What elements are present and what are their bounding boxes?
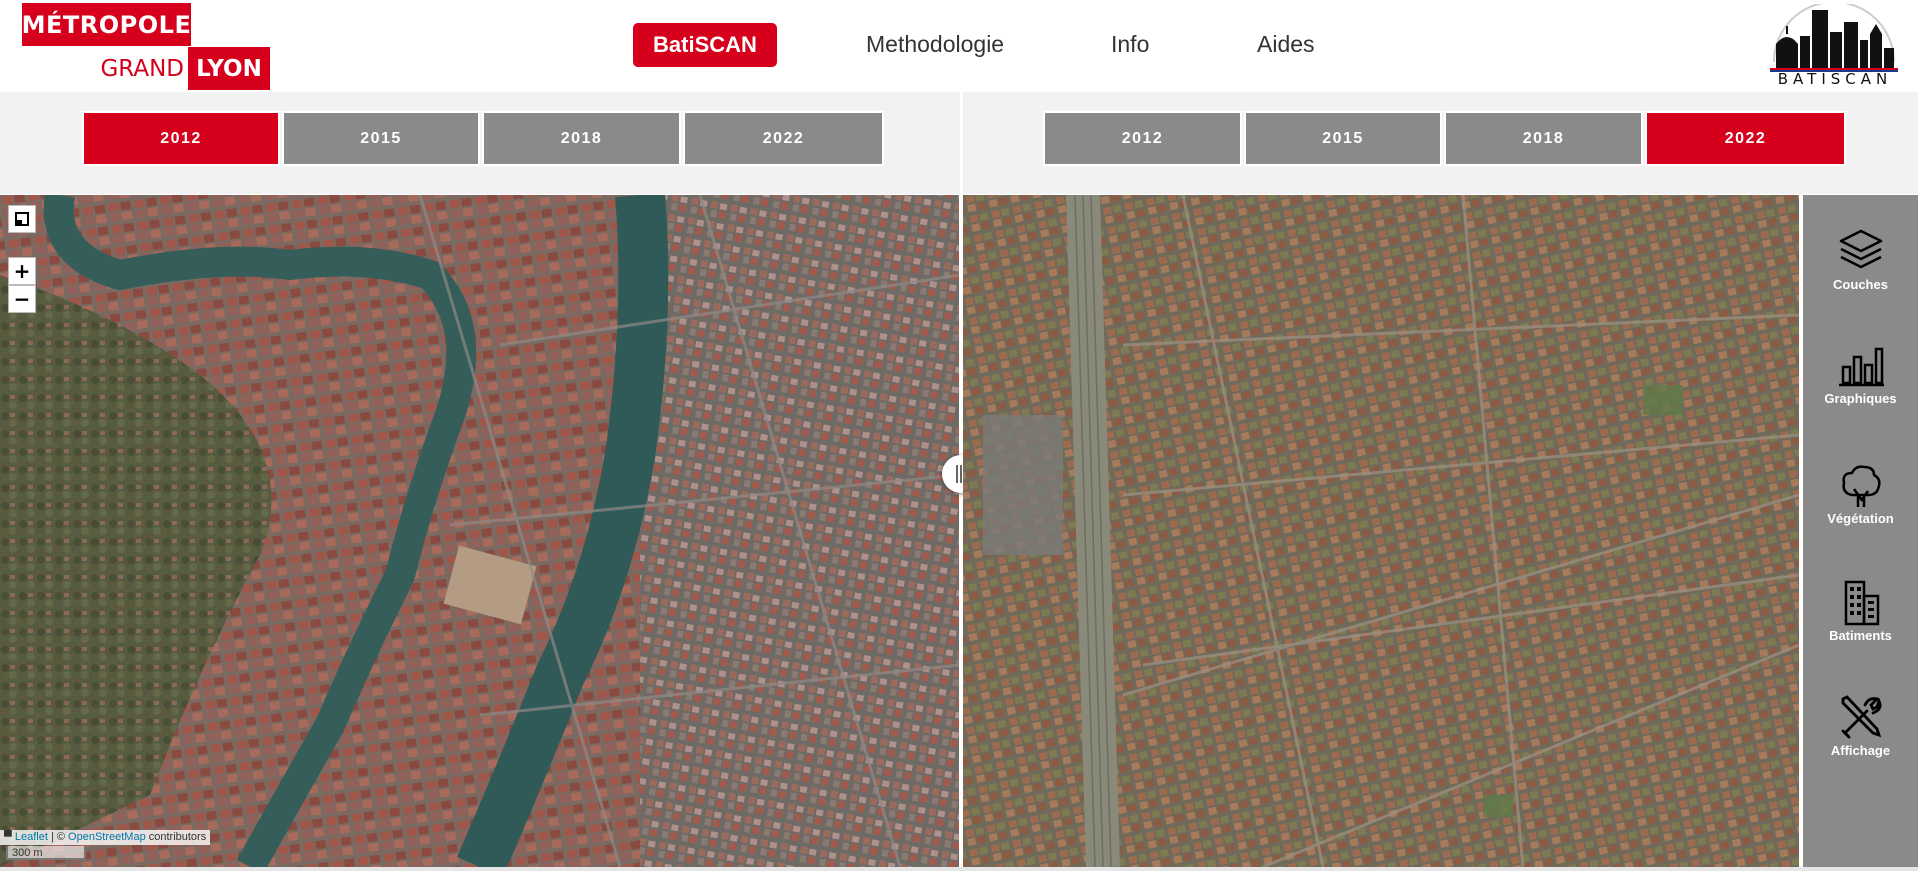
left-year-2015-button[interactable]: 2015 xyxy=(282,111,480,166)
bottom-strip xyxy=(0,867,1918,871)
right-year-selector: 2012 2015 2018 2022 xyxy=(963,92,1918,194)
vegetation-label: Végétation xyxy=(1827,511,1894,526)
left-year-selector: 2012 2015 2018 2022 xyxy=(0,92,960,194)
nav-methodologie[interactable]: Methodologie xyxy=(866,31,1004,58)
flag-icon: ▀ xyxy=(4,831,12,843)
right-year-2018-button[interactable]: 2018 xyxy=(1444,111,1643,166)
nav-aides[interactable]: Aides xyxy=(1257,31,1315,58)
leaflet-link[interactable]: Leaflet xyxy=(15,831,48,843)
left-year-2012-button[interactable]: 2012 xyxy=(82,111,280,166)
left-year-2018-button[interactable]: 2018 xyxy=(482,111,681,166)
bar-chart-icon xyxy=(1838,347,1884,387)
couches-button[interactable]: Couches xyxy=(1803,227,1918,292)
logo-line-3: LYON xyxy=(188,47,270,90)
right-map-2022[interactable] xyxy=(963,195,1799,867)
building-icon xyxy=(1844,580,1879,626)
affichage-button[interactable]: Affichage xyxy=(1803,693,1918,758)
batiments-label: Batiments xyxy=(1829,628,1892,643)
batiscan-brand-text: BATISCAN xyxy=(1777,70,1893,88)
right-year-2012-button[interactable]: 2012 xyxy=(1043,111,1242,166)
couches-label: Couches xyxy=(1833,277,1888,292)
left-map-2012[interactable]: + − xyxy=(0,195,959,867)
right-year-2022-button[interactable]: 2022 xyxy=(1645,111,1846,166)
left-aerial-imagery xyxy=(0,195,959,867)
zoom-in-button[interactable]: + xyxy=(8,257,36,285)
graphiques-label: Graphiques xyxy=(1824,391,1897,406)
header: MÉTROPOLE GRAND LYON BatiSCAN Methodolog… xyxy=(0,0,1918,92)
right-year-2015-button[interactable]: 2015 xyxy=(1244,111,1442,166)
attribution-separator: | © xyxy=(47,831,69,843)
nav-batiscan[interactable]: BatiSCAN xyxy=(633,23,777,67)
left-year-2022-button[interactable]: 2022 xyxy=(683,111,884,166)
logo-line-1: MÉTROPOLE xyxy=(22,3,191,46)
map-attribution: ▀ Leaflet | © OpenStreetMap contributors xyxy=(0,830,211,845)
graphiques-button[interactable]: Graphiques xyxy=(1803,343,1918,406)
batiments-button[interactable]: Batiments xyxy=(1803,578,1918,643)
fullscreen-button[interactable] xyxy=(8,205,36,233)
attribution-suffix: contributors xyxy=(145,831,207,843)
right-aerial-imagery xyxy=(963,195,1799,867)
tree-icon xyxy=(1841,465,1881,507)
tools-sidebar: Couches Graphiques Végétation Batiments … xyxy=(1803,195,1918,867)
zoom-out-button[interactable]: − xyxy=(8,285,36,313)
vegetation-button[interactable]: Végétation xyxy=(1803,463,1918,526)
grip-icon xyxy=(956,465,958,483)
openstreetmap-link[interactable]: OpenStreetMap xyxy=(68,831,146,843)
layers-icon xyxy=(1839,229,1882,269)
nav-info[interactable]: Info xyxy=(1111,31,1149,58)
affichage-label: Affichage xyxy=(1830,743,1891,758)
grip-icon xyxy=(960,465,962,483)
fullscreen-icon xyxy=(15,212,29,226)
tools-icon xyxy=(1841,695,1882,739)
map-scale: 300 m xyxy=(6,846,86,860)
logo-line-2: GRAND xyxy=(100,55,184,82)
